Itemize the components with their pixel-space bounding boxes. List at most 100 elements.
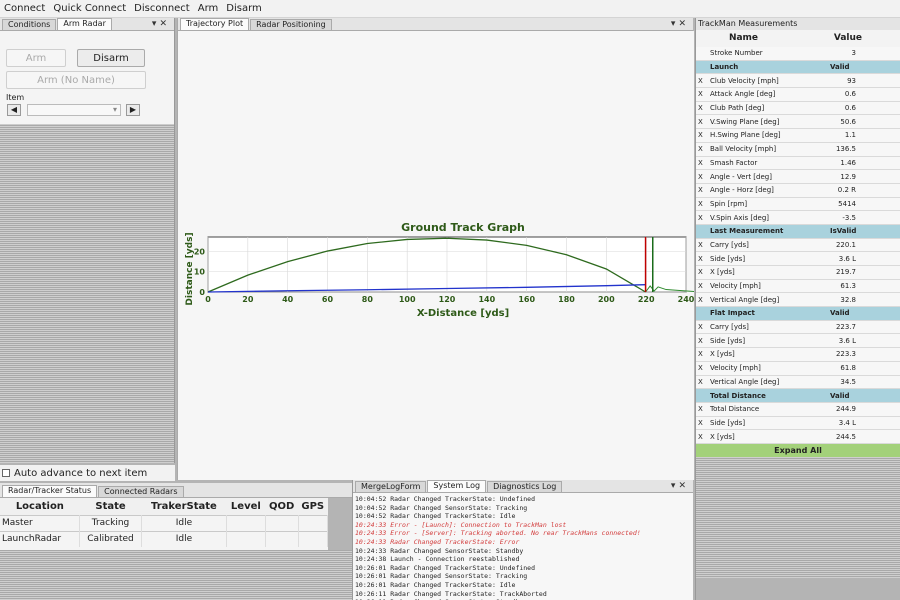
measurement-label: Smash Factor (710, 158, 758, 167)
auto-advance-option[interactable]: Auto advance to next item (0, 465, 175, 481)
measurement-value: 3.4 L (838, 418, 856, 427)
measurement-row[interactable]: X X [yds] 223.3 (696, 348, 900, 362)
row-mark: X (698, 131, 703, 140)
measurement-row[interactable]: X Total Distance 244.9 (696, 402, 900, 417)
x-tick-label: 200 (598, 295, 615, 304)
previous-item-arrow-icon[interactable]: ◀ (7, 104, 21, 116)
measurement-label: V.Spin Axis [deg] (710, 213, 770, 222)
arm-button[interactable]: Arm (6, 49, 66, 67)
next-item-arrow-icon[interactable]: ▶ (126, 104, 140, 116)
measurement-label: X [yds] (710, 268, 735, 277)
measurement-section-header[interactable]: Total Distance Valid (696, 389, 900, 403)
row-level (226, 530, 266, 547)
tab-arm-radar[interactable]: Arm Radar (57, 18, 112, 30)
measurement-row[interactable]: X Ball Velocity [mph] 136.5 (696, 142, 900, 157)
menu-quick-connect[interactable]: Quick Connect (53, 3, 126, 14)
measurement-row[interactable]: X X [yds] 244.5 (696, 430, 900, 444)
expand-all-button[interactable]: Expand All (696, 443, 900, 457)
measurement-label: Club Velocity [mph] (710, 76, 779, 85)
measurement-row[interactable]: X Velocity [mph] 61.3 (696, 279, 900, 294)
item-select[interactable]: ▾ (27, 104, 121, 116)
measurement-row[interactable]: X Side [yds] 3.4 L (696, 416, 900, 431)
row-mark: X (698, 254, 703, 263)
row-gps (298, 514, 328, 531)
left-panel-background (0, 125, 174, 463)
measurement-row[interactable]: X Angle - Horz [deg] 0.2 R (696, 183, 900, 198)
measurement-row[interactable]: X Club Velocity [mph] 93 (696, 74, 900, 89)
x-tick-label: 40 (282, 295, 294, 304)
stroke-number-row[interactable]: Stroke Number 3 (696, 47, 900, 61)
measurement-section-header[interactable]: Launch Valid (696, 60, 900, 75)
left-tab-strip: Conditions Arm Radar ▾✕ (0, 18, 174, 31)
column-state[interactable]: State (79, 498, 142, 515)
measurement-row[interactable]: X Spin [rpm] 5414 (696, 197, 900, 212)
measurement-row[interactable]: X V.Swing Plane [deg] 50.6 (696, 115, 900, 130)
menu-disconnect[interactable]: Disconnect (134, 3, 190, 14)
column-qod[interactable]: QOD (265, 498, 298, 515)
measurement-value: 61.8 (840, 364, 856, 373)
measurement-label: Vertical Angle [deg] (710, 377, 780, 386)
close-icon[interactable]: ✕ (159, 19, 170, 29)
x-tick-label: 0 (205, 295, 211, 304)
row-mark: X (698, 377, 703, 386)
column-gps[interactable]: GPS (298, 498, 328, 515)
measurement-row[interactable]: X X [yds] 219.7 (696, 266, 900, 280)
measurement-section-header[interactable]: Flat Impact Valid (696, 307, 900, 321)
section-status: IsValid (830, 227, 857, 236)
measurement-row[interactable]: X Carry [yds] 223.7 (696, 320, 900, 335)
measurement-section-header[interactable]: Last Measurement IsValid (696, 224, 900, 239)
measurements-title: TrackMan Measurements (698, 19, 798, 28)
name-column-header[interactable]: Name (696, 30, 786, 47)
x-tick-label: 160 (518, 295, 535, 304)
measurement-row[interactable]: X Attack Angle [deg] 0.6 (696, 88, 900, 102)
chart-title: Ground Track Graph (401, 221, 525, 234)
measurement-row[interactable]: X Carry [yds] 220.1 (696, 238, 900, 253)
measurement-row[interactable]: X V.Spin Axis [deg] -3.5 (696, 211, 900, 225)
column-tracker-state[interactable]: TrakerState (141, 498, 227, 515)
measurement-row[interactable]: X Vertical Angle [deg] 32.8 (696, 293, 900, 308)
measurement-value: -3.5 (842, 213, 856, 222)
tab-conditions[interactable]: Conditions (2, 19, 57, 30)
arm-no-name-button[interactable]: Arm (No Name) (6, 71, 146, 89)
tab-radar-tracker-status[interactable]: Radar/Tracker Status (2, 485, 98, 497)
measurement-label: Velocity [mph] (710, 282, 761, 291)
measurement-row[interactable]: X Side [yds] 3.6 L (696, 334, 900, 349)
measurement-row[interactable]: X H.Swing Plane [deg] 1.1 (696, 129, 900, 143)
disarm-button[interactable]: Disarm (77, 49, 145, 67)
measurement-row[interactable]: X Side [yds] 3.6 L (696, 252, 900, 266)
tab-trajectory-plot[interactable]: Trajectory Plot (180, 18, 250, 30)
close-icon[interactable]: ✕ (678, 19, 689, 29)
measurements-header: Name Value (696, 30, 900, 47)
measurement-row[interactable]: X Velocity [mph] 61.8 (696, 361, 900, 376)
table-row[interactable]: Master Tracking Idle (0, 514, 328, 531)
log-line: 10:24:33 Radar Changed TrackerState: Err… (355, 537, 520, 546)
measurement-row[interactable]: X Vertical Angle [deg] 34.5 (696, 375, 900, 390)
measurement-row[interactable]: X Club Path [deg] 0.6 (696, 101, 900, 116)
measurement-value: 50.6 (840, 117, 856, 126)
row-level (226, 514, 266, 531)
measurement-row[interactable]: X Angle - Vert [deg] 12.9 (696, 170, 900, 184)
auto-advance-checkbox[interactable] (2, 469, 10, 477)
log-line: 10:26:01 Radar Changed TrackerState: Idl… (355, 580, 516, 589)
tab-radar-positioning[interactable]: Radar Positioning (250, 19, 332, 30)
row-gps (298, 530, 328, 547)
tab-connected-radars[interactable]: Connected Radars (98, 486, 184, 497)
row-location: LaunchRadar (0, 530, 81, 547)
menu-disarm[interactable]: Disarm (226, 3, 262, 14)
tab-merge-log-form[interactable]: MergeLogForm (355, 481, 427, 492)
log-line: 10:26:01 Radar Changed TrackerState: Und… (355, 563, 536, 572)
measurement-label: Side [yds] (710, 336, 746, 345)
close-icon[interactable]: ✕ (678, 481, 689, 491)
log-line: 10:26:11 Radar Changed TrackerState: Tra… (355, 589, 547, 598)
tab-system-log[interactable]: System Log (427, 480, 487, 492)
ground-track-chart: Ground Track Graph X-Distance [yds] Dist… (185, 221, 694, 319)
menu-connect[interactable]: Connect (4, 3, 45, 14)
tab-diagnostics-log[interactable]: Diagnostics Log (487, 481, 563, 492)
column-level[interactable]: Level (226, 498, 266, 515)
column-location[interactable]: Location (0, 498, 80, 515)
radar-status-panel: Radar/Tracker Status Connected Radars Lo… (0, 483, 352, 600)
measurement-row[interactable]: X Smash Factor 1.46 (696, 156, 900, 171)
menu-arm[interactable]: Arm (198, 3, 219, 14)
table-row[interactable]: LaunchRadar Calibrated Idle (0, 530, 328, 547)
value-column-header[interactable]: Value (786, 30, 900, 47)
